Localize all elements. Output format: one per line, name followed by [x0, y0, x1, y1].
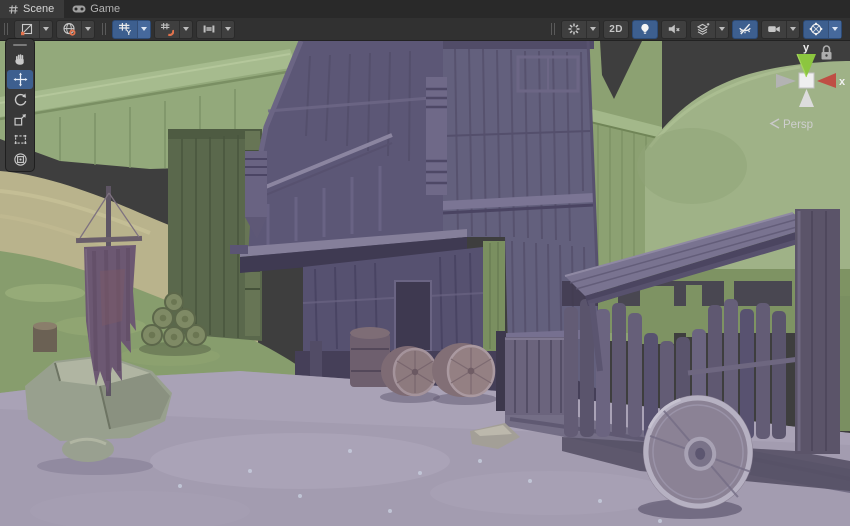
- dropdown-caret-icon[interactable]: [39, 21, 52, 38]
- snap-increment-dropdown[interactable]: [154, 20, 193, 39]
- view-hand-tool[interactable]: [7, 50, 33, 69]
- scene-viewport[interactable]: y x Persp: [0, 41, 850, 526]
- dropdown-caret-icon[interactable]: [221, 21, 234, 38]
- move-arrows-icon: [13, 72, 28, 87]
- overlay-grip-handle[interactable]: [7, 40, 33, 49]
- tab-game-label: Game: [90, 3, 120, 15]
- scene-visibility-toggle[interactable]: [732, 20, 758, 39]
- grid-visibility-dropdown[interactable]: Y: [112, 20, 151, 39]
- tab-scene-label: Scene: [23, 3, 54, 15]
- dropdown-caret-icon[interactable]: [137, 21, 150, 38]
- axis-x-label: x: [839, 76, 846, 88]
- starburst-icon: [562, 21, 586, 38]
- rotate-tool[interactable]: [7, 90, 33, 109]
- rect-icon: [13, 132, 28, 147]
- rendering-fx-dropdown[interactable]: [690, 20, 729, 39]
- rect-tool[interactable]: [7, 130, 33, 149]
- tree-stump: [33, 322, 57, 352]
- overlay-drag-handle[interactable]: [551, 23, 555, 35]
- dropdown-caret-icon[interactable]: [179, 21, 192, 38]
- layers-sparkle-icon: [691, 21, 715, 38]
- axis-y-label: y: [803, 42, 810, 54]
- scene-grid-icon: [8, 4, 19, 15]
- move-snap-icon: [197, 21, 221, 38]
- gizmo-sphere-icon: [804, 21, 828, 38]
- unity-scene-view-window: Scene Game: [0, 0, 850, 526]
- tools-overlay: [5, 38, 35, 172]
- hand-icon: [13, 52, 28, 67]
- shaded-wireframe-icon: [15, 21, 39, 38]
- transform-icon: [13, 152, 28, 167]
- video-camera-icon: [762, 21, 786, 38]
- globe-icon: [57, 21, 81, 38]
- svg-text:Y: Y: [126, 28, 131, 36]
- move-tool[interactable]: [7, 70, 33, 89]
- scene-lighting-toggle[interactable]: [632, 20, 658, 39]
- skybox-dropdown[interactable]: [56, 20, 95, 39]
- 2d-label: 2D: [609, 24, 623, 35]
- scene-toolbar: Y: [0, 18, 850, 41]
- wood-door-panel: [496, 331, 567, 415]
- scale-icon: [13, 112, 28, 127]
- gizmos-dropdown[interactable]: [803, 20, 842, 39]
- projection-label: Persp: [783, 119, 813, 131]
- move-snap-dropdown[interactable]: [196, 20, 235, 39]
- lightbulb-icon: [633, 21, 657, 38]
- grid-axis-y-icon: Y: [113, 21, 137, 38]
- gamepad-icon: [72, 4, 86, 14]
- view-options-toolbar: 2D: [547, 20, 845, 39]
- speaker-muted-icon: [662, 21, 686, 38]
- dropdown-caret-icon[interactable]: [786, 21, 799, 38]
- view-tab-bar: Scene Game: [0, 0, 850, 18]
- effects-dropdown[interactable]: [561, 20, 600, 39]
- transform-tool[interactable]: [7, 150, 33, 169]
- dropdown-caret-icon[interactable]: [715, 21, 728, 38]
- 2d-mode-toggle[interactable]: 2D: [603, 20, 629, 39]
- scale-tool[interactable]: [7, 110, 33, 129]
- rotate-icon: [13, 92, 28, 107]
- dropdown-caret-icon[interactable]: [586, 21, 599, 38]
- overlay-drag-handle[interactable]: [4, 23, 8, 35]
- shading-mode-dropdown[interactable]: [14, 20, 53, 39]
- dropdown-caret-icon[interactable]: [81, 21, 94, 38]
- grid-magnet-icon: [155, 21, 179, 38]
- dropdown-caret-icon[interactable]: [828, 21, 841, 38]
- eye-hidden-icon: [733, 21, 757, 38]
- camera-settings-dropdown[interactable]: [761, 20, 800, 39]
- scene-audio-toggle[interactable]: [661, 20, 687, 39]
- tab-scene[interactable]: Scene: [0, 0, 64, 18]
- overlay-drag-handle[interactable]: [102, 23, 106, 35]
- tab-game[interactable]: Game: [64, 0, 130, 18]
